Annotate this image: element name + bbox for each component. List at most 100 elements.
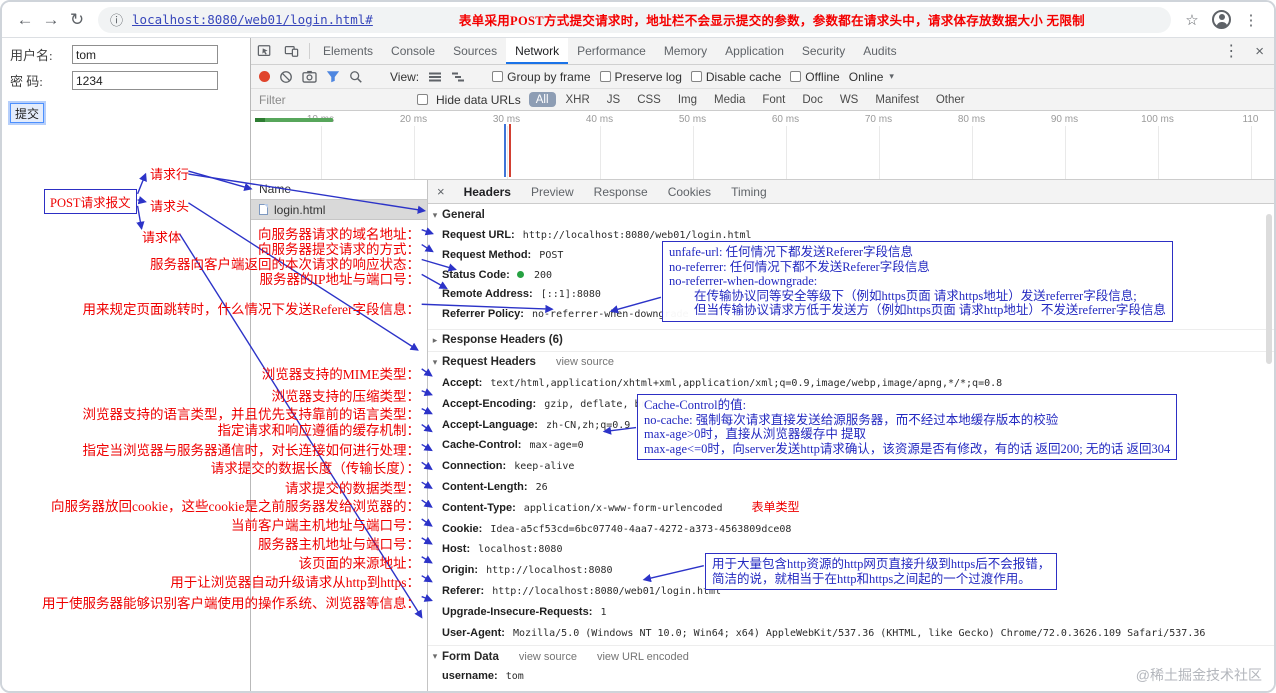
header-value: 26 — [535, 481, 548, 493]
request-list: Name login.html — [251, 180, 428, 691]
inspect-element-icon[interactable] — [251, 38, 278, 64]
browser-toolbar: ← → ↻ ⓘ localhost:8080/web01/login.html#… — [2, 2, 1274, 38]
general-section-header[interactable]: ▾ General — [428, 204, 1274, 226]
password-input[interactable] — [72, 71, 218, 90]
tab-network[interactable]: Network — [506, 38, 569, 64]
resource-type-filter[interactable]: JS — [600, 92, 627, 107]
header-value: Mozilla/5.0 (Windows NT 10.0; Win64; x64… — [513, 627, 1206, 639]
throttling-select[interactable]: Online ▾ — [849, 70, 894, 84]
address-bar[interactable]: ⓘ localhost:8080/web01/login.html# 表单采用P… — [98, 6, 1171, 33]
browser-menu-icon[interactable]: ⋮ — [1238, 11, 1264, 29]
request-list-header[interactable]: Name — [251, 180, 427, 200]
tab-cookies[interactable]: Cookies — [658, 180, 721, 203]
reload-icon[interactable]: ↻ — [64, 10, 90, 30]
preserve-log-checkbox[interactable] — [599, 71, 611, 82]
username-input[interactable] — [72, 45, 218, 64]
header-name: Host: — [442, 543, 471, 556]
tick-label: 50 ms — [678, 114, 707, 125]
header-value: http://localhost:8080 — [486, 565, 613, 577]
tab-performance[interactable]: Performance — [568, 38, 655, 64]
timeline-tick: 60 ms — [739, 111, 832, 179]
group-by-frame-label: Group by frame — [507, 69, 591, 84]
group-by-frame-checkbox[interactable] — [492, 71, 504, 82]
bookmark-star-icon[interactable]: ☆ — [1179, 11, 1205, 29]
header-value: application/x-www-form-urlencoded — [523, 502, 723, 514]
record-icon[interactable] — [259, 71, 270, 82]
tab-security[interactable]: Security — [793, 38, 854, 64]
forward-icon[interactable]: → — [38, 10, 64, 30]
device-toolbar-icon[interactable] — [278, 38, 305, 64]
view-url-encoded-link[interactable]: view URL encoded — [597, 651, 689, 663]
resource-type-filter[interactable]: Other — [929, 92, 972, 107]
password-label: 密 码: — [10, 74, 43, 89]
expanded-triangle-icon: ▾ — [432, 209, 438, 220]
disable-cache-checkbox[interactable] — [690, 71, 702, 82]
waterfall-view-icon[interactable] — [451, 71, 465, 83]
search-icon[interactable] — [349, 70, 363, 84]
header-row: Referer: http://localhost:8080/web01/log… — [428, 581, 1274, 602]
submit-button[interactable]: 提交 — [10, 103, 44, 123]
clear-icon[interactable] — [279, 70, 293, 84]
network-overview[interactable]: 10 ms 20 ms 30 ms 40 ms 50 ms 60 ms 70 m… — [251, 111, 1274, 180]
view-source-link[interactable]: view source — [556, 356, 614, 368]
param-name: username: — [442, 670, 498, 683]
offline-checkbox[interactable] — [790, 71, 802, 82]
close-detail-icon[interactable]: × — [428, 180, 454, 203]
devtools-menu-icon[interactable]: ⋮ — [1217, 38, 1245, 64]
tab-preview[interactable]: Preview — [521, 180, 584, 203]
resource-type-filter[interactable]: Manifest — [868, 92, 925, 107]
resource-type-filter[interactable]: CSS — [630, 92, 668, 107]
tab-headers[interactable]: Headers — [454, 180, 521, 203]
filter-input[interactable] — [259, 92, 409, 107]
header-name: User-Agent: — [442, 626, 505, 639]
resource-type-filter[interactable]: All — [528, 92, 556, 107]
resource-type-filter[interactable]: WS — [833, 92, 866, 107]
timeline-tick: 50 ms — [646, 111, 739, 179]
general-row: Status Code: 200 — [428, 266, 1274, 286]
hide-data-urls-checkbox[interactable] — [417, 94, 428, 105]
tab-application[interactable]: Application — [716, 38, 793, 64]
info-icon[interactable]: ⓘ — [110, 10, 123, 29]
tick-label: 90 ms — [1050, 114, 1079, 125]
general-title: General — [442, 209, 485, 221]
request-headers-section-header[interactable]: ▾ Request Headers view source — [428, 350, 1274, 373]
tab-console[interactable]: Console — [382, 38, 444, 64]
scrollbar[interactable] — [1266, 214, 1272, 364]
back-icon[interactable]: ← — [12, 10, 38, 30]
tab-audits[interactable]: Audits — [854, 38, 905, 64]
request-headers-list: Accept: text/html,application/xhtml+xml,… — [428, 373, 1274, 643]
timeline-tick: 20 ms — [367, 111, 460, 179]
devtools-panel: Elements Console Sources Network Perform… — [250, 38, 1274, 691]
devtools-close-icon[interactable]: × — [1245, 38, 1274, 64]
view-source-link[interactable]: view source — [519, 651, 577, 663]
form-data-section-header[interactable]: ▾ Form Data view source view URL encoded — [428, 645, 1274, 668]
timeline-tick: 80 ms — [925, 111, 1018, 179]
username-label: 用户名: — [10, 48, 53, 63]
tab-elements[interactable]: Elements — [314, 38, 382, 64]
resource-type-filter[interactable]: Img — [671, 92, 704, 107]
header-row: Host: localhost:8080 — [428, 539, 1274, 560]
tab-response[interactable]: Response — [584, 180, 658, 203]
header-name: Content-Type: — [442, 501, 516, 514]
tab-memory[interactable]: Memory — [655, 38, 716, 64]
request-row[interactable]: login.html — [251, 200, 427, 220]
resource-type-filter[interactable]: Media — [707, 92, 752, 107]
list-view-icon[interactable] — [428, 71, 442, 83]
profile-avatar-icon[interactable] — [1212, 10, 1231, 29]
resource-type-filter[interactable]: XHR — [559, 92, 597, 107]
screenshot-camera-icon[interactable] — [302, 70, 317, 83]
timeline-tick: 90 ms — [1018, 111, 1111, 179]
detail-tabbar: × Headers Preview Response Cookies Timin… — [428, 180, 1274, 204]
header-value: http://localhost:8080/web01/login.html — [492, 585, 722, 597]
header-value: 200 — [533, 269, 553, 281]
resource-type-filter[interactable]: Font — [755, 92, 792, 107]
filter-funnel-icon[interactable] — [326, 70, 340, 83]
response-headers-section-header[interactable]: ▸ Response Headers (6) — [428, 328, 1274, 351]
tab-timing[interactable]: Timing — [721, 180, 777, 203]
header-name: Cache-Control: — [442, 439, 522, 452]
tab-sources[interactable]: Sources — [444, 38, 506, 64]
header-name: Request URL: — [442, 229, 515, 241]
resource-type-filter[interactable]: Doc — [795, 92, 829, 107]
header-value: gzip, deflate, br — [544, 398, 647, 410]
header-name: Accept: — [442, 376, 483, 389]
